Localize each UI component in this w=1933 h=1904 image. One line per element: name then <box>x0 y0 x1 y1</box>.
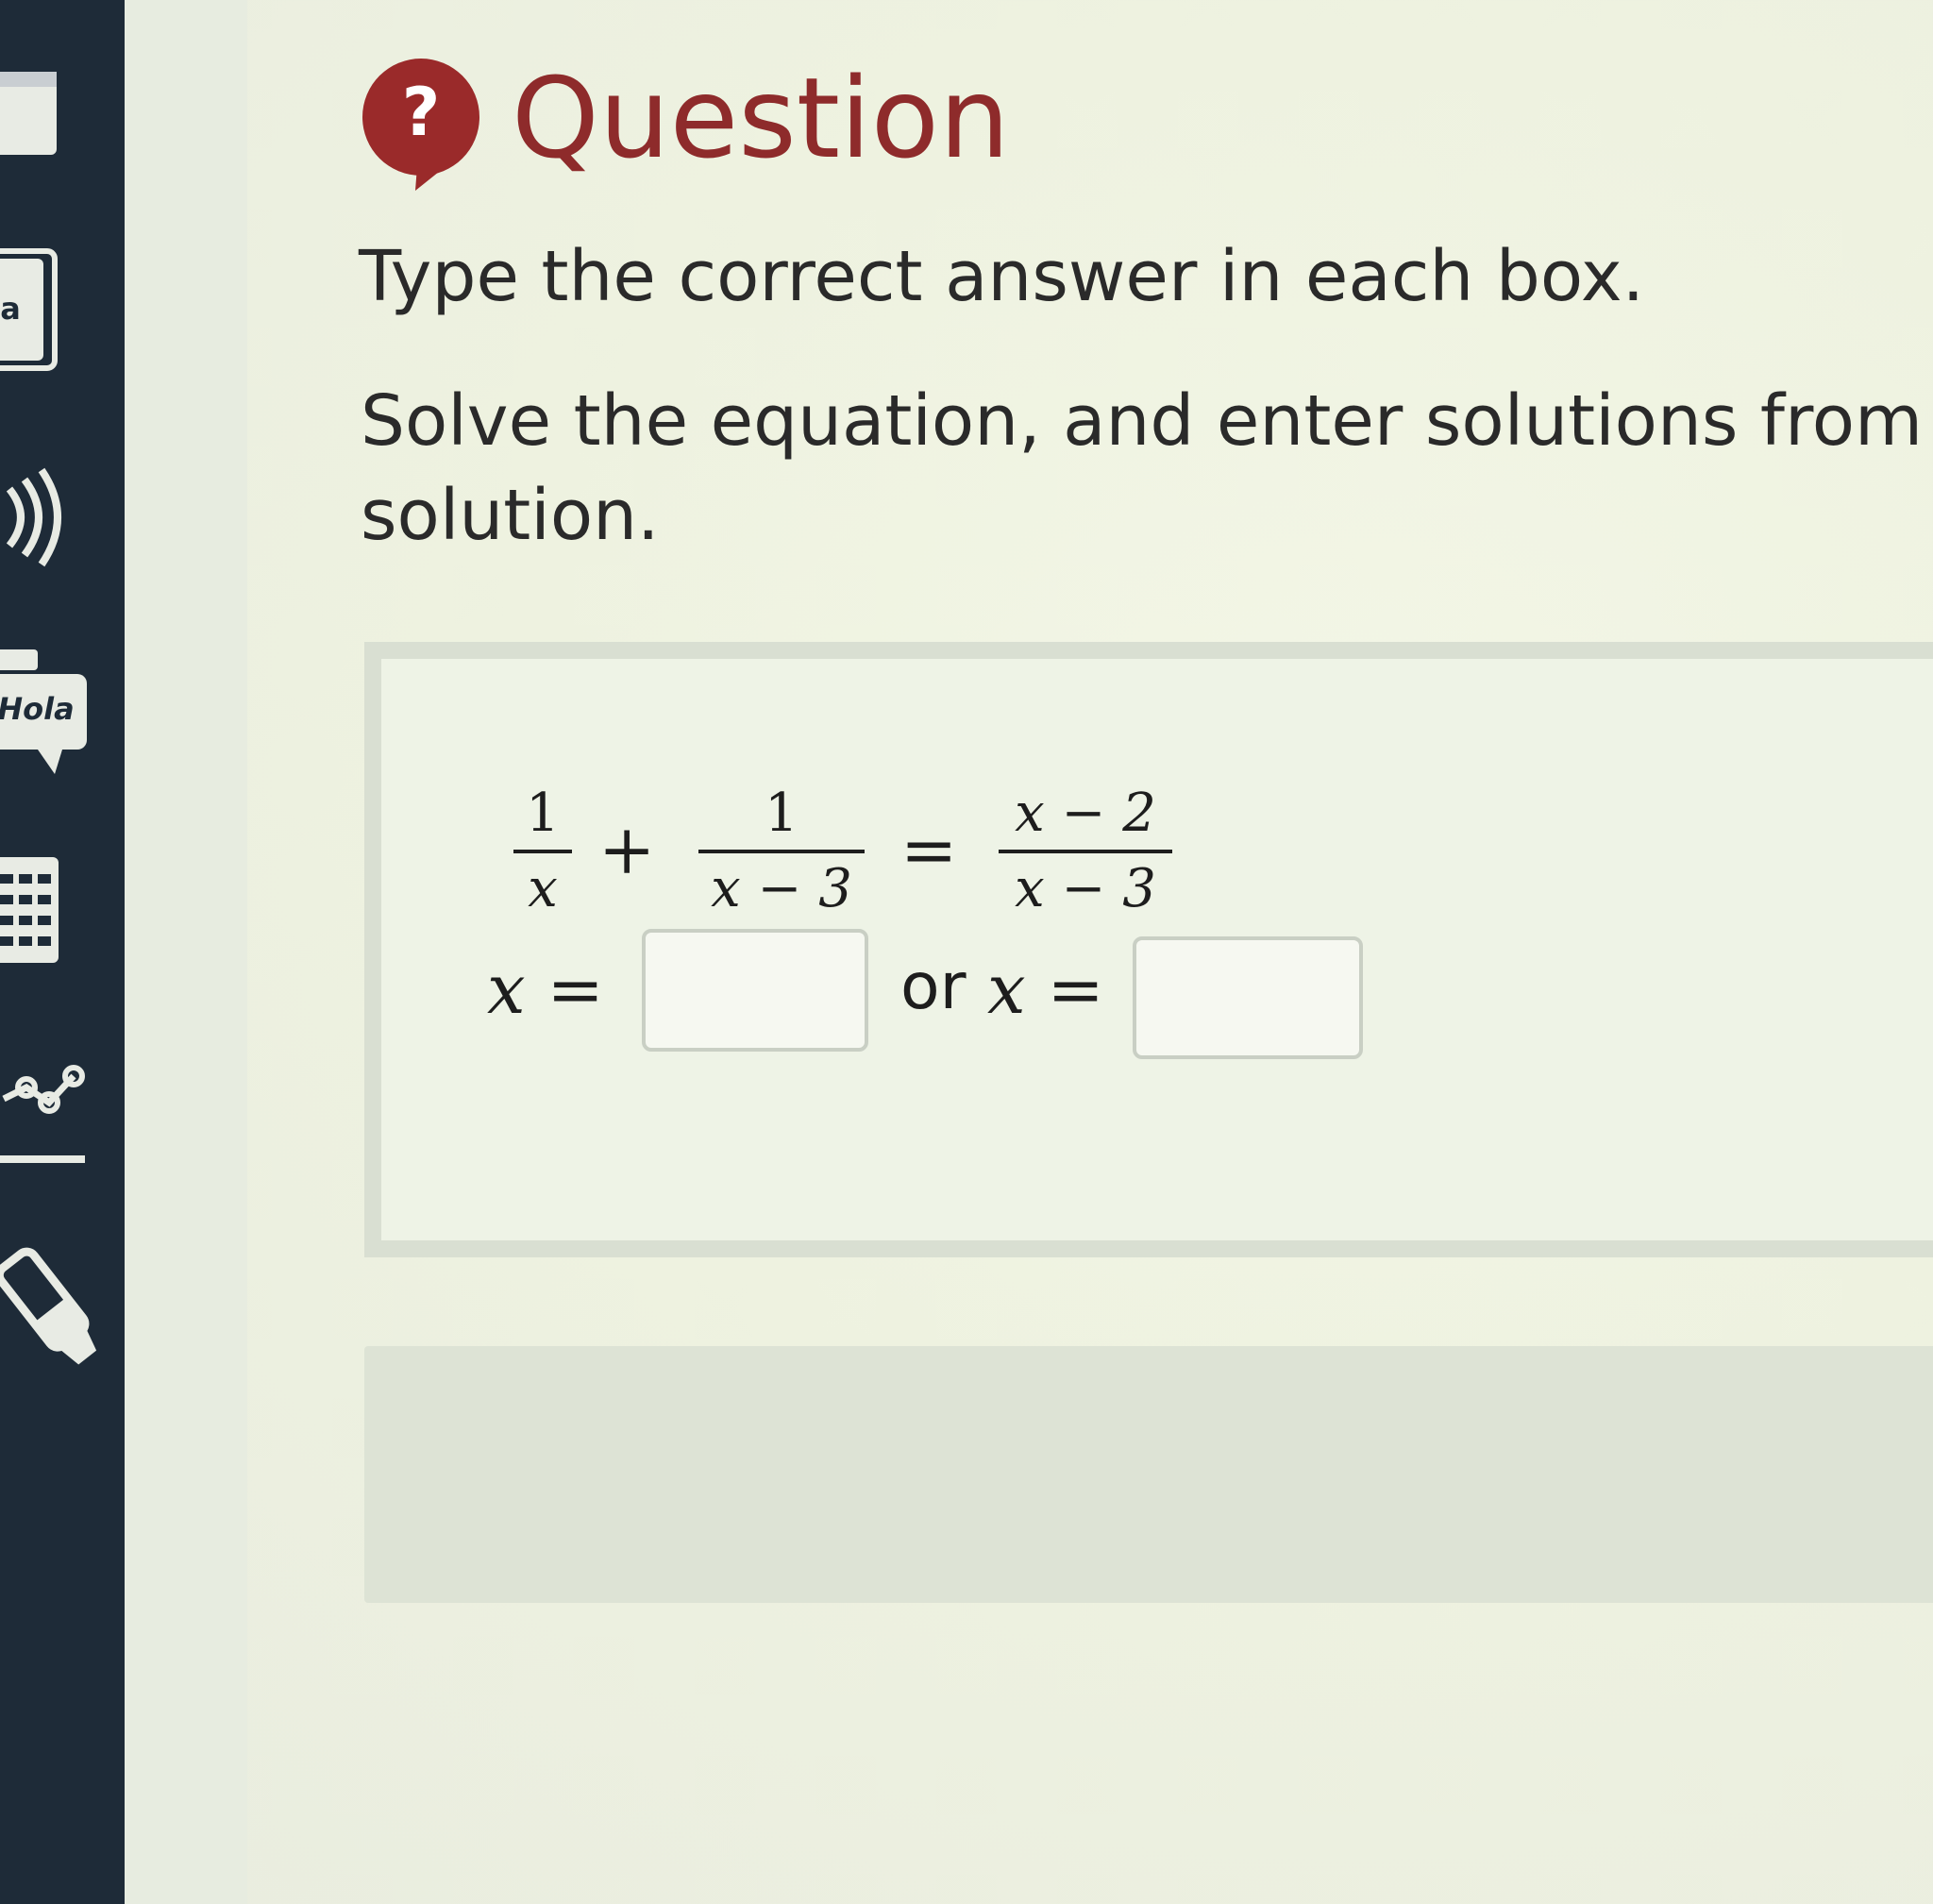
notepad-icon[interactable] <box>0 66 66 160</box>
fraction-3-bar <box>999 850 1172 853</box>
answer-2-input[interactable] <box>1133 936 1363 1059</box>
directions-text: Solve the equation, and enter solutions … <box>361 374 1933 563</box>
highlighter-icon[interactable] <box>0 1237 104 1378</box>
fraction-2-bar <box>698 850 865 853</box>
rail-gutter <box>125 0 247 1904</box>
answer-2-label: x = <box>987 950 1104 1029</box>
plus-sign: + <box>598 810 656 889</box>
translate-label: a <box>0 291 21 327</box>
or-connector: or <box>900 950 966 1024</box>
audio-icon[interactable] <box>0 461 85 574</box>
translate-icon[interactable]: a <box>0 244 66 376</box>
fraction-1: 1 x <box>513 784 572 919</box>
calculator-icon[interactable] <box>0 853 66 967</box>
directions-line-2: solution. <box>361 475 660 556</box>
fraction-2: 1 x − 3 <box>698 784 865 919</box>
fraction-2-denominator: x − 3 <box>711 858 852 919</box>
answer-panel: 1 x + 1 x − 3 = x − 2 x − 3 x = or x = <box>364 642 1933 1257</box>
answer-1-input[interactable] <box>642 929 868 1052</box>
equals-sign: = <box>900 810 958 889</box>
fraction-1-bar <box>513 850 572 853</box>
dictionary-label: Hola <box>0 691 75 727</box>
fraction-3: x − 2 x − 3 <box>999 784 1172 919</box>
fraction-1-denominator: x <box>528 858 558 919</box>
fraction-2-numerator: 1 <box>765 783 798 844</box>
graph-icon[interactable] <box>0 1061 94 1165</box>
fraction-3-denominator: x − 3 <box>1015 858 1156 919</box>
question-content: ? Question Type the correct answer in ea… <box>247 0 1933 1904</box>
question-title: Question <box>512 53 1010 183</box>
answer-1-label: x = <box>487 950 604 1029</box>
fraction-3-numerator: x − 2 <box>1015 783 1156 844</box>
tool-rail: a Hola <box>0 0 125 1904</box>
question-badge-symbol: ? <box>401 74 441 151</box>
instruction-text: Type the correct answer in each box. <box>359 236 1645 317</box>
directions-line-1: Solve the equation, and enter solutions … <box>361 380 1933 462</box>
feedback-panel <box>364 1346 1933 1603</box>
dictionary-icon[interactable]: Hola <box>0 649 94 782</box>
fraction-1-numerator: 1 <box>526 783 560 844</box>
question-badge-icon: ? <box>359 57 483 191</box>
